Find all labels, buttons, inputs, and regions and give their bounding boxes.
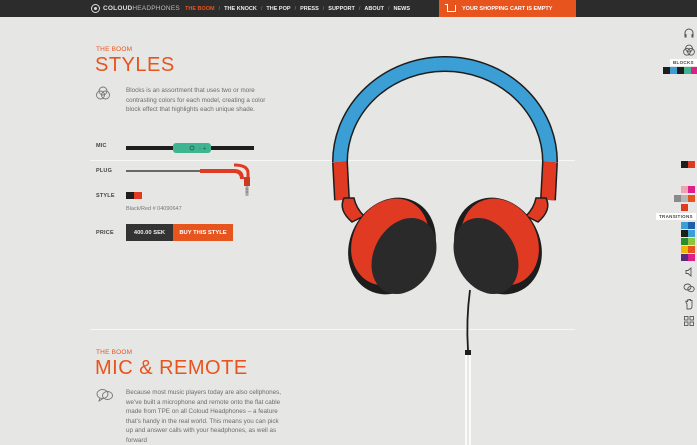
top-nav-bar: COLOUD HEADPHONES THE BOOM / THE KNOCK /… bbox=[0, 0, 697, 17]
style-swatch-black[interactable] bbox=[126, 192, 134, 199]
headphones-illustration bbox=[332, 56, 558, 445]
swatch[interactable] bbox=[681, 254, 688, 261]
price-value: 400.00 SEK bbox=[126, 224, 173, 241]
swatch[interactable] bbox=[681, 238, 688, 245]
style-swatch-red[interactable] bbox=[134, 192, 142, 199]
speech-bubbles-icon bbox=[96, 389, 113, 402]
swatch[interactable] bbox=[681, 204, 688, 211]
nav-separator: / bbox=[358, 5, 361, 12]
mic-title: MIC & REMOTE bbox=[95, 357, 248, 379]
mic-label: MIC bbox=[96, 143, 107, 149]
swatch[interactable] bbox=[688, 222, 695, 229]
swatch[interactable] bbox=[684, 67, 691, 74]
blocks-tag: BLOCKS bbox=[670, 59, 697, 66]
swatch[interactable] bbox=[688, 230, 695, 237]
brand-logo[interactable]: COLOUD HEADPHONES bbox=[91, 3, 180, 14]
blocks-icon bbox=[96, 86, 110, 100]
nav-item-the-boom[interactable]: THE BOOM bbox=[185, 6, 215, 12]
mic-cable-illustration: - + bbox=[126, 143, 254, 153]
nav-item-the-knock[interactable]: THE KNOCK bbox=[224, 6, 257, 12]
brand-mark-icon bbox=[91, 4, 100, 13]
speaker-icon[interactable] bbox=[683, 266, 695, 278]
swatch[interactable] bbox=[688, 254, 695, 261]
svg-text:- +: - + bbox=[199, 146, 207, 152]
swatch[interactable] bbox=[677, 67, 684, 74]
styles-eyebrow: THE BOOM bbox=[96, 46, 133, 53]
speech-bubbles-nav-icon[interactable] bbox=[683, 282, 695, 294]
nav-item-support[interactable]: SUPPORT bbox=[328, 6, 355, 12]
blocks-nav-icon[interactable] bbox=[683, 44, 695, 56]
swatch[interactable] bbox=[688, 246, 695, 253]
plug-cable-illustration bbox=[126, 163, 250, 196]
styles-title: STYLES bbox=[95, 54, 175, 76]
swatch[interactable] bbox=[681, 246, 688, 253]
swatch[interactable] bbox=[681, 230, 688, 237]
cart-label: YOUR SHOPPING CART IS EMPTY bbox=[462, 5, 553, 12]
style-name: Black/Red # 04090647 bbox=[126, 206, 182, 212]
swatch-selected-black[interactable] bbox=[681, 161, 688, 168]
nav-separator: / bbox=[260, 5, 263, 12]
plug-label: PLUG bbox=[96, 168, 113, 174]
nav-item-news[interactable]: NEWS bbox=[394, 6, 411, 12]
style-label: STYLE bbox=[96, 193, 115, 199]
swatch[interactable] bbox=[681, 222, 688, 229]
swatch[interactable] bbox=[688, 238, 695, 245]
nav-separator: / bbox=[294, 5, 297, 12]
nav-item-the-pop[interactable]: THE POP bbox=[266, 6, 290, 12]
cart-icon bbox=[445, 4, 456, 12]
swatch[interactable] bbox=[691, 67, 697, 74]
hand-icon[interactable] bbox=[683, 298, 695, 310]
brand-name-light: HEADPHONES bbox=[132, 5, 180, 12]
swatch[interactable] bbox=[670, 67, 677, 74]
headphones-icon[interactable] bbox=[683, 27, 695, 39]
nav-separator: / bbox=[322, 5, 325, 12]
main-nav: THE BOOM / THE KNOCK / THE POP / PRESS /… bbox=[185, 0, 410, 17]
nav-separator: / bbox=[218, 5, 221, 12]
swatch[interactable] bbox=[681, 186, 688, 193]
shopping-cart-button[interactable]: YOUR SHOPPING CART IS EMPTY bbox=[439, 0, 576, 17]
swatch[interactable] bbox=[663, 67, 670, 74]
swatch[interactable] bbox=[688, 195, 695, 202]
swatch-selected-red[interactable] bbox=[688, 161, 695, 168]
mic-description: Because most music players today are als… bbox=[126, 389, 282, 444]
transitions-tag: TRANSITIONS bbox=[656, 213, 696, 220]
swatch[interactable] bbox=[674, 195, 681, 202]
price-box: 400.00 SEK BUY THIS STYLE bbox=[126, 224, 233, 241]
buy-this-style-button[interactable]: BUY THIS STYLE bbox=[173, 224, 233, 241]
swatch[interactable] bbox=[688, 186, 695, 193]
nav-item-about[interactable]: ABOUT bbox=[364, 6, 384, 12]
nav-separator: / bbox=[387, 5, 390, 12]
swatch[interactable] bbox=[681, 195, 688, 202]
grid-icon[interactable] bbox=[683, 315, 695, 327]
price-label: PRICE bbox=[96, 230, 114, 236]
nav-item-press[interactable]: PRESS bbox=[300, 6, 319, 12]
styles-description: Blocks is an assortment that uses two or… bbox=[126, 87, 266, 113]
brand-name-bold: COLOUD bbox=[103, 5, 133, 12]
mic-eyebrow: THE BOOM bbox=[96, 349, 133, 356]
